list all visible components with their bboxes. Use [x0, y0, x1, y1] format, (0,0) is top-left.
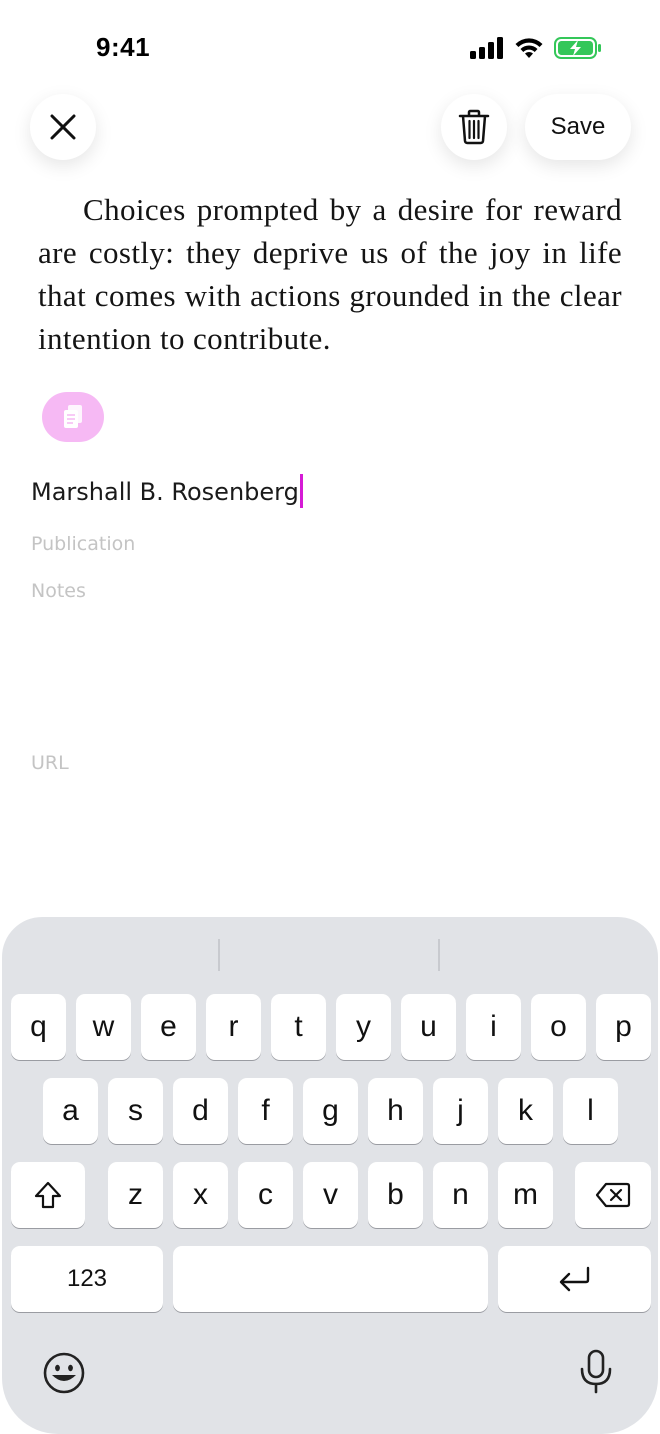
- author-field[interactable]: Marshall B. Rosenberg: [31, 474, 303, 508]
- return-key[interactable]: [498, 1246, 651, 1312]
- key-o[interactable]: o: [531, 994, 586, 1060]
- backspace-key[interactable]: [575, 1162, 651, 1228]
- key-t[interactable]: t: [271, 994, 326, 1060]
- return-icon: [559, 1266, 589, 1292]
- close-icon: [50, 114, 76, 140]
- keyboard: q w e r t y u i o p a s d f g h j k l z …: [2, 917, 658, 1434]
- key-s[interactable]: s: [108, 1078, 163, 1144]
- copy-button[interactable]: [42, 392, 104, 442]
- key-m[interactable]: m: [498, 1162, 553, 1228]
- key-v[interactable]: v: [303, 1162, 358, 1228]
- delete-button[interactable]: [441, 94, 507, 160]
- space-key[interactable]: [173, 1246, 488, 1312]
- suggestion-divider: [218, 939, 220, 971]
- emoji-icon[interactable]: [42, 1351, 86, 1395]
- key-e[interactable]: e: [141, 994, 196, 1060]
- battery-charging-icon: [554, 37, 601, 59]
- key-h[interactable]: h: [368, 1078, 423, 1144]
- key-r[interactable]: r: [206, 994, 261, 1060]
- wifi-icon: [515, 38, 543, 58]
- author-value: Marshall B. Rosenberg: [31, 478, 299, 506]
- shift-key[interactable]: [11, 1162, 85, 1228]
- copy-icon: [64, 405, 82, 428]
- key-j[interactable]: j: [433, 1078, 488, 1144]
- key-f[interactable]: f: [238, 1078, 293, 1144]
- url-field[interactable]: URL: [31, 752, 69, 774]
- key-d[interactable]: d: [173, 1078, 228, 1144]
- notes-field[interactable]: Notes: [31, 580, 86, 602]
- close-button[interactable]: [30, 94, 96, 160]
- status-bar: 9:41: [0, 0, 660, 96]
- key-x[interactable]: x: [173, 1162, 228, 1228]
- key-l[interactable]: l: [563, 1078, 618, 1144]
- publication-field[interactable]: Publication: [31, 533, 135, 555]
- key-i[interactable]: i: [466, 994, 521, 1060]
- key-y[interactable]: y: [336, 994, 391, 1060]
- suggestion-divider: [438, 939, 440, 971]
- key-g[interactable]: g: [303, 1078, 358, 1144]
- status-icons: [470, 36, 602, 60]
- numbers-key[interactable]: 123: [11, 1246, 163, 1312]
- save-button[interactable]: Save: [525, 94, 631, 160]
- key-c[interactable]: c: [238, 1162, 293, 1228]
- shift-icon: [34, 1181, 62, 1209]
- backspace-icon: [595, 1182, 631, 1208]
- key-z[interactable]: z: [108, 1162, 163, 1228]
- microphone-icon[interactable]: [578, 1349, 614, 1395]
- cellular-signal-icon: [470, 37, 503, 59]
- key-a[interactable]: a: [43, 1078, 98, 1144]
- quote-text[interactable]: Choices prompted by a desire for reward …: [38, 188, 622, 360]
- key-n[interactable]: n: [433, 1162, 488, 1228]
- key-q[interactable]: q: [11, 994, 66, 1060]
- text-cursor: [299, 474, 303, 508]
- key-u[interactable]: u: [401, 994, 456, 1060]
- key-b[interactable]: b: [368, 1162, 423, 1228]
- trash-icon: [458, 109, 490, 145]
- status-time: 9:41: [96, 32, 151, 62]
- key-p[interactable]: p: [596, 994, 651, 1060]
- key-w[interactable]: w: [76, 994, 131, 1060]
- key-k[interactable]: k: [498, 1078, 553, 1144]
